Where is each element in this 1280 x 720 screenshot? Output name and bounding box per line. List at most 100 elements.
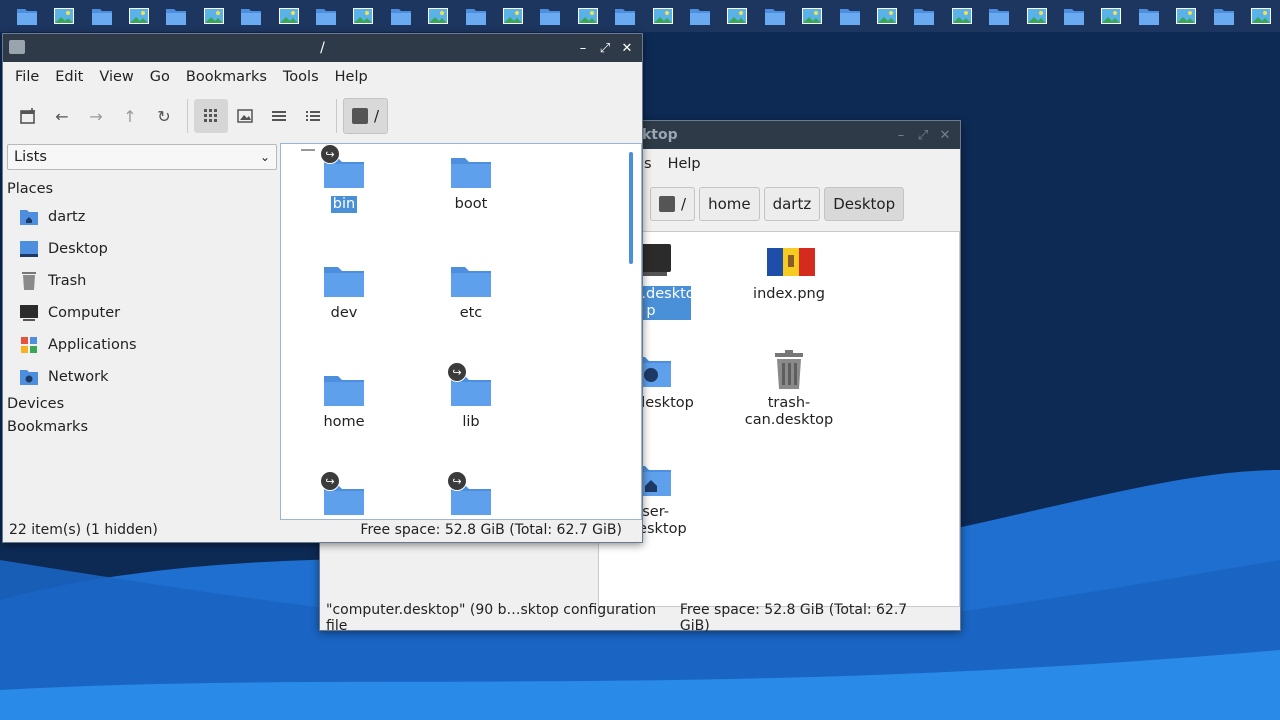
back-path-bar: / home dartz Desktop	[650, 187, 905, 221]
image-icon	[502, 8, 523, 24]
file-item[interactable]: index.png	[739, 240, 839, 303]
taskbar-folder-icon[interactable]	[8, 0, 45, 32]
taskbar-image-icon[interactable]	[794, 0, 831, 32]
taskbar-folder-icon[interactable]	[607, 0, 644, 32]
taskbar-image-icon[interactable]	[270, 0, 307, 32]
taskbar-image-icon[interactable]	[1168, 0, 1205, 32]
menu-help[interactable]: Help	[660, 156, 709, 172]
menu-go[interactable]: Go	[142, 69, 178, 85]
taskbar-image-icon[interactable]	[419, 0, 456, 32]
image-icon	[727, 8, 748, 24]
file-item[interactable]: trash- can.desktop	[739, 349, 839, 429]
taskbar-folder-icon[interactable]	[756, 0, 793, 32]
path-home-button[interactable]: home	[699, 187, 760, 221]
path-root-button[interactable]: /	[650, 187, 696, 221]
taskbar-folder-icon[interactable]	[232, 0, 269, 32]
thumbnail-view-button[interactable]	[228, 99, 262, 133]
sidebar-item-applications[interactable]: Applications	[3, 329, 279, 361]
menu-help[interactable]: Help	[327, 69, 376, 85]
taskbar-image-icon[interactable]	[345, 0, 382, 32]
taskbar-folder-icon[interactable]	[1055, 0, 1092, 32]
taskbar-folder-icon[interactable]	[382, 0, 419, 32]
taskbar-folder-icon[interactable]	[831, 0, 868, 32]
menubar: File Edit View Go Bookmarks Tools Help	[3, 62, 642, 92]
scrollbar[interactable]	[629, 152, 633, 264]
bookmarks-header[interactable]: Bookmarks	[3, 416, 279, 439]
image-icon	[1176, 8, 1197, 24]
icon-view-button[interactable]	[194, 99, 228, 133]
taskbar-image-icon[interactable]	[45, 0, 82, 32]
menu-file[interactable]: File	[7, 69, 47, 85]
forward-button[interactable]: →	[79, 99, 113, 133]
back-window-controls: – ⤢ ✕	[894, 121, 952, 149]
file-item[interactable]: ↪	[421, 471, 521, 519]
taskbar-folder-icon[interactable]	[1205, 0, 1242, 32]
taskbar-image-icon[interactable]	[569, 0, 606, 32]
desktop-icon	[19, 239, 39, 259]
close-button[interactable]: ✕	[938, 128, 952, 143]
new-tab-button[interactable]	[11, 99, 45, 133]
taskbar-folder-icon[interactable]	[1130, 0, 1167, 32]
file-item[interactable]: boot	[421, 150, 521, 213]
minimize-button[interactable]: –	[894, 128, 908, 143]
compact-view-button[interactable]	[262, 99, 296, 133]
file-item[interactable]: ↪ lib	[421, 362, 521, 431]
path-dartz-button[interactable]: dartz	[763, 187, 821, 221]
taskbar-folder-icon[interactable]	[307, 0, 344, 32]
file-icon-view[interactable]: ↪ bin boot dev etc home ↪ lib ↪ ↪	[280, 143, 642, 520]
menu-edit[interactable]: Edit	[47, 69, 91, 85]
close-button[interactable]: ✕	[620, 41, 634, 56]
sidebar-item-network[interactable]: Network	[3, 361, 279, 393]
folder-icon	[1138, 9, 1159, 25]
file-item[interactable]: ↪ bin	[294, 144, 394, 213]
taskbar-folder-icon[interactable]	[158, 0, 195, 32]
file-item[interactable]: home	[294, 368, 394, 431]
file-label: trash- can.desktop	[744, 395, 834, 428]
image-icon	[1026, 8, 1047, 24]
taskbar-image-icon[interactable]	[644, 0, 681, 32]
path-desktop-button[interactable]: Desktop	[824, 187, 905, 221]
sidebar-item-trash[interactable]: Trash	[3, 265, 279, 297]
taskbar-folder-icon[interactable]	[83, 0, 120, 32]
detailed-view-button[interactable]	[296, 99, 330, 133]
taskbar-image-icon[interactable]	[1018, 0, 1055, 32]
taskbar-folder-icon[interactable]	[681, 0, 718, 32]
back-button[interactable]: ←	[45, 99, 79, 133]
back-statusbar: "computer.desktop" (90 b…sktop configura…	[320, 602, 960, 634]
taskbar-image-icon[interactable]	[719, 0, 756, 32]
menu-tools[interactable]: Tools	[275, 69, 327, 85]
sidebar-item-computer[interactable]: Computer	[3, 297, 279, 329]
file-item[interactable]: ↪	[294, 471, 394, 519]
taskbar-image-icon[interactable]	[494, 0, 531, 32]
taskbar-image-icon[interactable]	[1242, 0, 1279, 32]
taskbar-image-icon[interactable]	[1093, 0, 1130, 32]
reload-button[interactable]: ↻	[147, 99, 181, 133]
maximize-button[interactable]: ⤢	[598, 41, 612, 56]
menu-bookmarks[interactable]: Bookmarks	[178, 69, 275, 85]
taskbar-image-icon[interactable]	[868, 0, 905, 32]
taskbar-folder-icon[interactable]	[532, 0, 569, 32]
taskbar-image-icon[interactable]	[943, 0, 980, 32]
devices-header[interactable]: Devices	[3, 393, 279, 416]
taskbar-image-icon[interactable]	[195, 0, 232, 32]
folder-icon	[540, 9, 561, 25]
side-pane-mode-select[interactable]: Lists ⌄	[7, 144, 277, 170]
up-button[interactable]: ↑	[113, 99, 147, 133]
file-item[interactable]: etc	[421, 259, 521, 322]
path-root-button[interactable]: /	[343, 98, 389, 134]
sidebar-item-dartz[interactable]: dartz	[3, 201, 279, 233]
places-header[interactable]: Places	[3, 178, 279, 201]
titlebar[interactable]: / – ⤢ ✕	[3, 34, 642, 62]
taskbar-folder-icon[interactable]	[981, 0, 1018, 32]
taskbar-image-icon[interactable]	[120, 0, 157, 32]
sidebar-item-desktop[interactable]: Desktop	[3, 233, 279, 265]
minimize-button[interactable]: –	[576, 41, 590, 56]
taskbar-folder-icon[interactable]	[906, 0, 943, 32]
applications-icon	[19, 335, 39, 355]
taskbar-folder-icon[interactable]	[457, 0, 494, 32]
file-item[interactable]: dev	[294, 259, 394, 322]
menu-view[interactable]: View	[91, 69, 141, 85]
image-icon	[1101, 8, 1122, 24]
maximize-button[interactable]: ⤢	[916, 128, 930, 143]
back-file-view[interactable]: uter.deskto p index.png ork.desktop tras…	[598, 231, 960, 607]
